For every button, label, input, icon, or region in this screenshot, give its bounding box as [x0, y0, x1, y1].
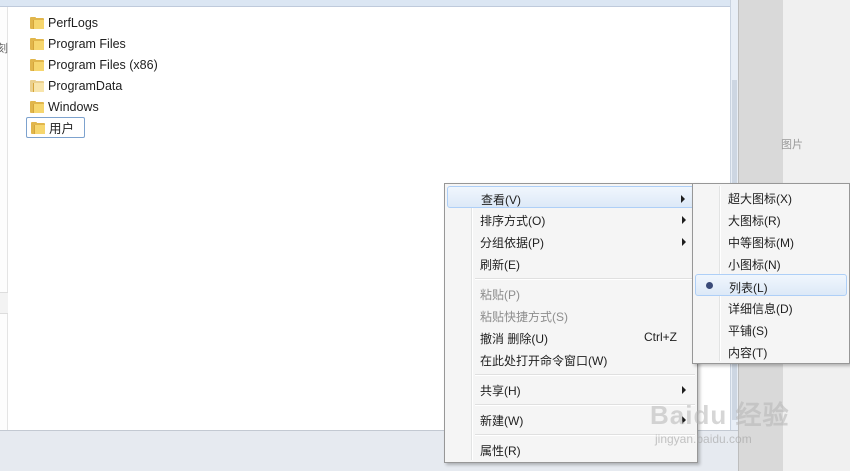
- folder-users[interactable]: 用户: [26, 117, 85, 138]
- menu-item-label: 详细信息(D): [728, 302, 793, 316]
- view-option-small-icons[interactable]: 小图标(N): [695, 252, 847, 274]
- menu-item-view[interactable]: 查看(V): [447, 186, 695, 208]
- background-text: 图片: [781, 139, 803, 151]
- menu-item-label: 排序方式(O): [480, 214, 546, 228]
- menu-item-label: 内容(T): [728, 346, 768, 360]
- navigation-pane-edge: 刻: [0, 0, 8, 430]
- folder-program-files-x86[interactable]: Program Files (x86): [26, 54, 164, 75]
- menu-item-label: 新建(W): [480, 414, 524, 428]
- menu-item-label: 大图标(R): [728, 214, 781, 228]
- menu-item-label: 在此处打开命令窗口(W): [480, 354, 608, 368]
- menu-item-label: 中等图标(M): [728, 236, 794, 250]
- menu-item-label: 刷新(E): [480, 258, 520, 272]
- view-option-extra-large-icons[interactable]: 超大图标(X): [695, 186, 847, 208]
- menu-item-paste-shortcut: 粘贴快捷方式(S): [447, 304, 695, 326]
- menu-item-label: 列表(L): [729, 281, 768, 295]
- folder-label: Windows: [48, 99, 99, 114]
- submenu-arrow-icon: [682, 216, 686, 224]
- view-option-medium-icons[interactable]: 中等图标(M): [695, 230, 847, 252]
- folder-label: 用户: [49, 122, 75, 136]
- menu-item-label: 平铺(S): [728, 324, 768, 338]
- view-option-details[interactable]: 详细信息(D): [695, 296, 847, 318]
- folder-label: ProgramData: [48, 78, 123, 93]
- folder-list: PerfLogs Program Files Program Files (x8…: [26, 12, 164, 138]
- folder-windows[interactable]: Windows: [26, 96, 164, 117]
- view-option-large-icons[interactable]: 大图标(R): [695, 208, 847, 230]
- menu-item-label: 小图标(N): [728, 258, 781, 272]
- navigation-pane-text-fragment: 刻: [0, 43, 8, 55]
- folder-icon: [30, 16, 44, 29]
- view-option-list[interactable]: 列表(L): [695, 274, 847, 296]
- view-option-content[interactable]: 内容(T): [695, 340, 847, 362]
- menu-separator: [475, 278, 695, 280]
- hidden-folder-icon: [30, 79, 44, 92]
- folder-icon: [30, 37, 44, 50]
- submenu-arrow-icon: [682, 238, 686, 246]
- folder-label: PerfLogs: [48, 15, 99, 30]
- menu-item-open-command-window[interactable]: 在此处打开命令窗口(W): [447, 348, 695, 370]
- baidu-watermark: Baidu 经验: [650, 400, 790, 430]
- menu-item-paste: 粘贴(P): [447, 282, 695, 304]
- menu-item-group-by[interactable]: 分组依据(P): [447, 230, 695, 252]
- folder-label: Program Files: [48, 36, 126, 51]
- menu-item-label: 粘贴快捷方式(S): [480, 310, 568, 324]
- menu-item-label: 属性(R): [480, 444, 521, 458]
- menu-item-label: 共享(H): [480, 384, 521, 398]
- selected-bullet-icon: [706, 282, 713, 289]
- menu-separator: [475, 374, 695, 376]
- folder-label: Program Files (x86): [48, 57, 158, 72]
- menu-item-label: 撤消 删除(U): [480, 332, 548, 346]
- menu-item-refresh[interactable]: 刷新(E): [447, 252, 695, 274]
- folder-program-files[interactable]: Program Files: [26, 33, 164, 54]
- menu-item-label: 粘贴(P): [480, 288, 520, 302]
- watermark-url: jingyan.baidu.com: [655, 432, 752, 446]
- folder-icon: [30, 100, 44, 113]
- menu-item-sort-by[interactable]: 排序方式(O): [447, 208, 695, 230]
- folder-icon: [30, 58, 44, 71]
- menu-item-label: 查看(V): [481, 193, 521, 207]
- menu-item-shortcut: Ctrl+Z: [644, 330, 677, 344]
- navigation-pane-separator: [0, 292, 8, 314]
- submenu-arrow-icon: [682, 386, 686, 394]
- folder-perflogs[interactable]: PerfLogs: [26, 12, 164, 33]
- view-submenu: 超大图标(X) 大图标(R) 中等图标(M) 小图标(N) 列表(L) 详细信息…: [692, 183, 850, 364]
- view-option-tiles[interactable]: 平铺(S): [695, 318, 847, 340]
- menu-item-label: 分组依据(P): [480, 236, 544, 250]
- window-top-border: [0, 0, 736, 7]
- submenu-arrow-icon: [681, 195, 685, 203]
- menu-item-label: 超大图标(X): [728, 192, 792, 206]
- menu-item-undo-delete[interactable]: 撤消 删除(U) Ctrl+Z: [447, 326, 695, 348]
- folder-icon: [31, 121, 45, 134]
- folder-programdata[interactable]: ProgramData: [26, 75, 164, 96]
